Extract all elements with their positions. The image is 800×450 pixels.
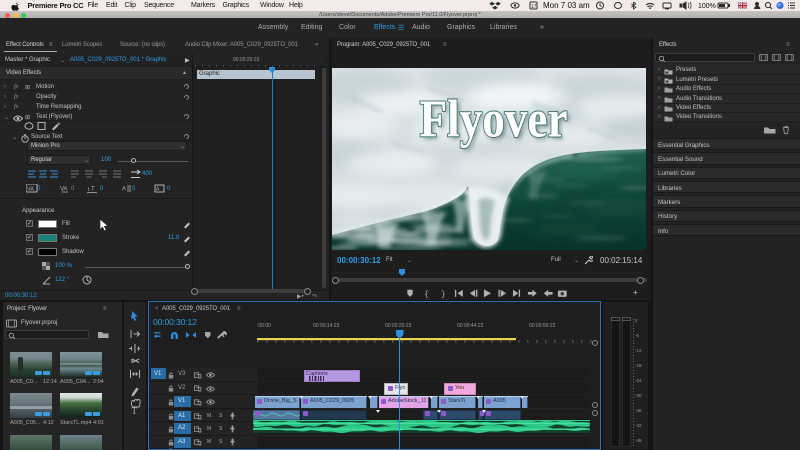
- svg-text:A: A: [122, 187, 126, 193]
- svg-text:{: {: [424, 290, 429, 298]
- svg-text:}: }: [441, 290, 446, 298]
- svg-text:T: T: [91, 187, 95, 193]
- svg-text:T: T: [132, 406, 138, 414]
- svg-text:Mon 7 03 am: Mon 7 03 am: [543, 1, 590, 10]
- svg-text:VA: VA: [27, 187, 34, 193]
- svg-text:Flyover: Flyover: [420, 91, 568, 149]
- svg-text:100%: 100%: [698, 3, 716, 10]
- svg-text:17: 17: [531, 4, 537, 10]
